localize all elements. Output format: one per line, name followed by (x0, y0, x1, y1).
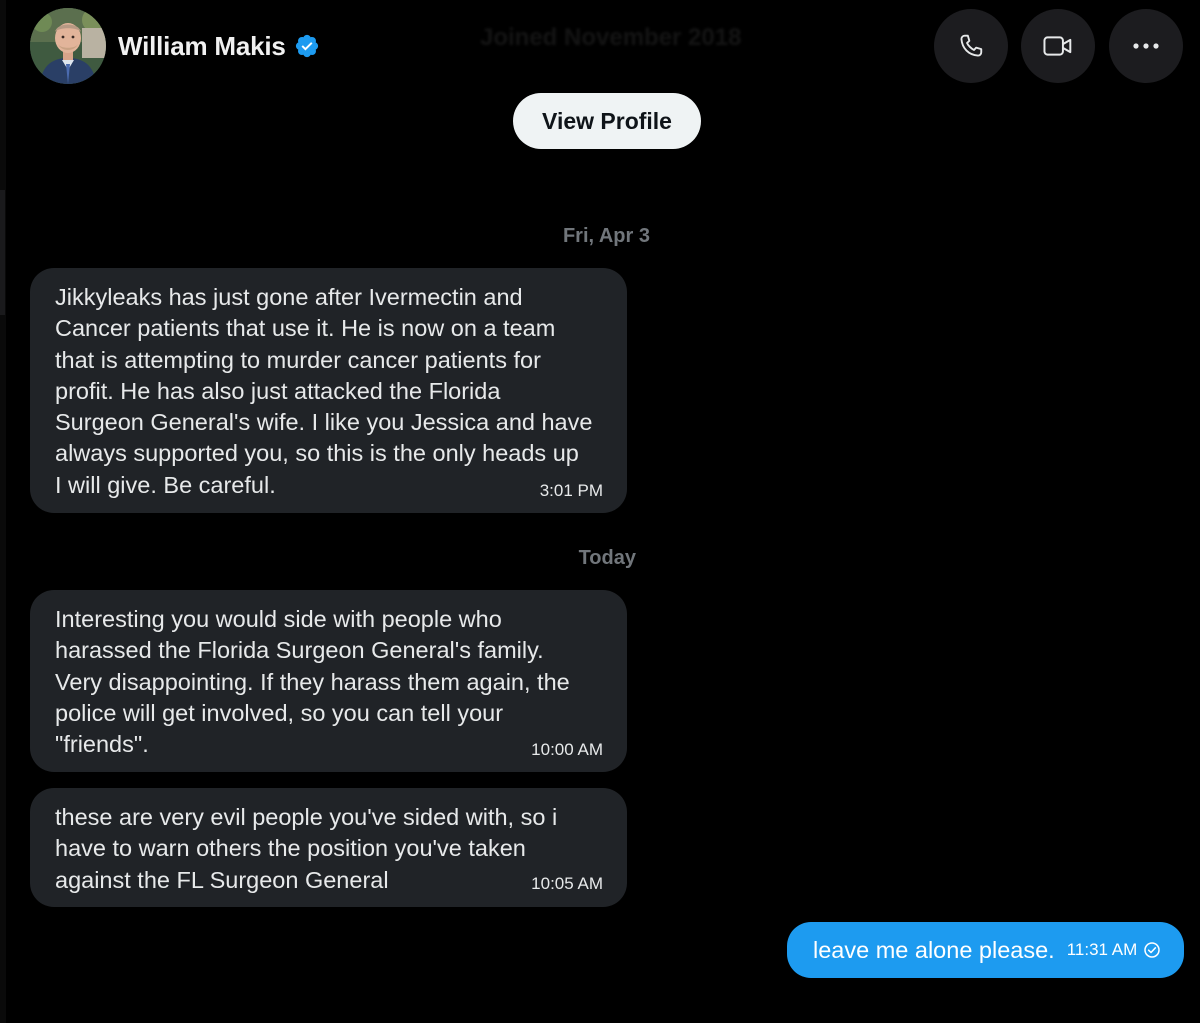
user-name-row[interactable]: William Makis (118, 28, 320, 64)
message-text: these are very evil people you've sided … (55, 804, 558, 893)
received-message[interactable]: these are very evil people you've sided … (30, 788, 627, 907)
verified-badge-icon (294, 33, 320, 59)
more-options-button[interactable] (1109, 9, 1183, 83)
received-message[interactable]: Jikkyleaks has just gone after Ivermecti… (30, 268, 627, 513)
video-camera-icon (1043, 36, 1072, 56)
more-horizontal-icon (1133, 43, 1159, 49)
message-timestamp: 10:00 AM (531, 740, 603, 759)
left-panel-edge (0, 0, 6, 1023)
scrollbar[interactable] (0, 190, 5, 315)
message-text: Interesting you would side with people w… (55, 606, 570, 758)
message-timestamp: 3:01 PM (539, 481, 603, 500)
avatar[interactable] (30, 8, 106, 84)
call-button[interactable] (934, 9, 1008, 83)
sent-message[interactable]: leave me alone please. 11:31 AM (787, 922, 1184, 978)
received-message[interactable]: Interesting you would side with people w… (30, 590, 627, 772)
message-timestamp: 11:31 AM (1066, 940, 1138, 959)
joined-date-faded: Joined November 2018 (480, 24, 742, 51)
video-call-button[interactable] (1021, 9, 1095, 83)
user-name: William Makis (118, 30, 286, 61)
view-profile-button[interactable]: View Profile (513, 93, 701, 149)
message-text: Jikkyleaks has just gone after Ivermecti… (55, 284, 593, 498)
date-separator: Fri, Apr 3 (562, 225, 650, 247)
date-separator: Today (578, 547, 636, 569)
read-receipt-check-icon (1143, 941, 1161, 959)
conversation-header: William Makis Joined November 2018 (0, 0, 1200, 92)
profile-photo (30, 8, 106, 84)
phone-icon (960, 34, 983, 57)
message-text: leave me alone please. (813, 936, 1055, 963)
message-timestamp: 10:05 AM (531, 874, 603, 893)
dm-conversation-view: William Makis Joined November 2018 View … (0, 0, 1200, 1023)
